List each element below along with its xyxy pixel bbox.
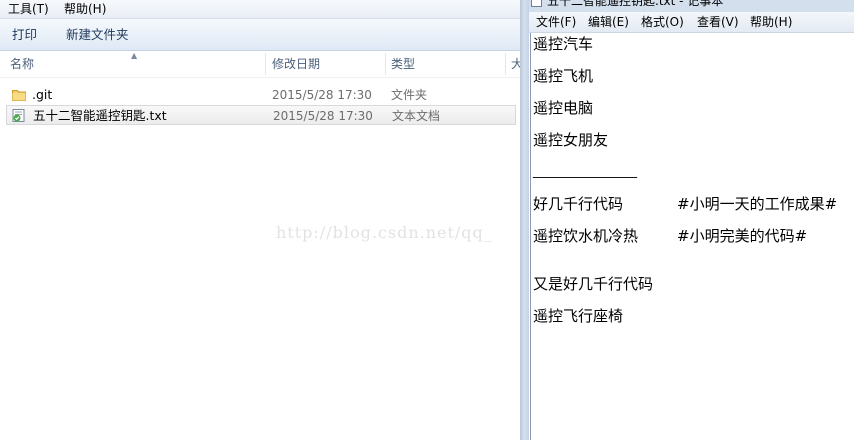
file-row-selected[interactable]: 五十二智能遥控钥匙.txt 2015/5/28 17:30 文本文档 xyxy=(6,105,516,125)
text-comment: #小明完美的代码# xyxy=(677,227,808,245)
file-modified: 2015/5/28 17:30 xyxy=(272,88,372,102)
menu-file[interactable]: 文件(F) xyxy=(536,15,576,29)
text-comment: #小明一天的工作成果# xyxy=(677,195,838,213)
explorer-menubar: 工具(T) 帮助(H) xyxy=(0,0,520,19)
column-divider[interactable] xyxy=(385,53,386,75)
file-type: 文件夹 xyxy=(391,88,428,102)
column-divider[interactable] xyxy=(505,53,506,75)
notepad-window: 五十二智能遥控钥匙.txt - 记事本 文件(F) 编辑(E) 格式(O) 查看… xyxy=(520,0,854,440)
explorer-window: 工具(T) 帮助(H) 打印 新建文件夹 名称 修改日期 类型 大 ▲ .git… xyxy=(0,0,523,440)
new-folder-button[interactable]: 新建文件夹 xyxy=(64,27,131,42)
text-line: 遥控女朋友 xyxy=(533,131,609,149)
window-frame xyxy=(520,0,529,440)
text-file-icon xyxy=(12,109,25,122)
print-button[interactable]: 打印 xyxy=(10,27,39,42)
folder-icon xyxy=(12,90,26,101)
notepad-titlebar[interactable]: 五十二智能遥控钥匙.txt - 记事本 xyxy=(529,0,854,12)
explorer-toolbar: 打印 新建文件夹 xyxy=(0,19,520,51)
watermark-text: http://blog.csdn.net/qq_ xyxy=(276,223,493,242)
window-title: 五十二智能遥控钥匙.txt - 记事本 xyxy=(547,0,724,8)
file-modified: 2015/5/28 17:30 xyxy=(273,109,373,123)
column-header-row: 名称 修改日期 类型 大 xyxy=(0,51,523,78)
menu-tools[interactable]: 工具(T) xyxy=(6,1,51,17)
column-name[interactable]: 名称 xyxy=(10,57,34,71)
sort-up-icon: ▲ xyxy=(131,51,138,60)
menu-help[interactable]: 帮助(H) xyxy=(62,1,108,17)
column-divider[interactable] xyxy=(265,53,266,75)
notepad-menubar: 文件(F) 编辑(E) 格式(O) 查看(V) 帮助(H) xyxy=(529,12,854,33)
menu-view[interactable]: 查看(V) xyxy=(697,15,739,29)
column-modified[interactable]: 修改日期 xyxy=(272,57,320,71)
file-type: 文本文档 xyxy=(392,109,441,123)
text-line: 又是好几千行代码 xyxy=(533,275,654,293)
text-line: 遥控电脑 xyxy=(533,99,594,117)
text-line: 遥控饮水机冷热 xyxy=(533,227,639,245)
text-line: 遥控飞行座椅 xyxy=(533,307,624,325)
menu-format[interactable]: 格式(O) xyxy=(641,15,684,29)
text-line-separator: ________________ xyxy=(533,164,637,179)
text-line: 遥控汽车 xyxy=(533,35,594,53)
notepad-text-area[interactable]: 遥控汽车 遥控飞机 遥控电脑 遥控女朋友 ________________ 好几… xyxy=(530,33,854,440)
text-line: 遥控飞机 xyxy=(533,67,594,85)
file-name: 五十二智能遥控钥匙.txt xyxy=(33,108,167,123)
column-type[interactable]: 类型 xyxy=(391,57,415,71)
file-name: .git xyxy=(32,87,53,102)
menu-help[interactable]: 帮助(H) xyxy=(750,15,792,29)
menu-edit[interactable]: 编辑(E) xyxy=(588,15,629,29)
file-row[interactable]: .git 2015/5/28 17:30 文件夹 xyxy=(6,85,516,105)
text-line: 好几千行代码 xyxy=(533,195,624,213)
notepad-app-icon xyxy=(531,0,542,7)
